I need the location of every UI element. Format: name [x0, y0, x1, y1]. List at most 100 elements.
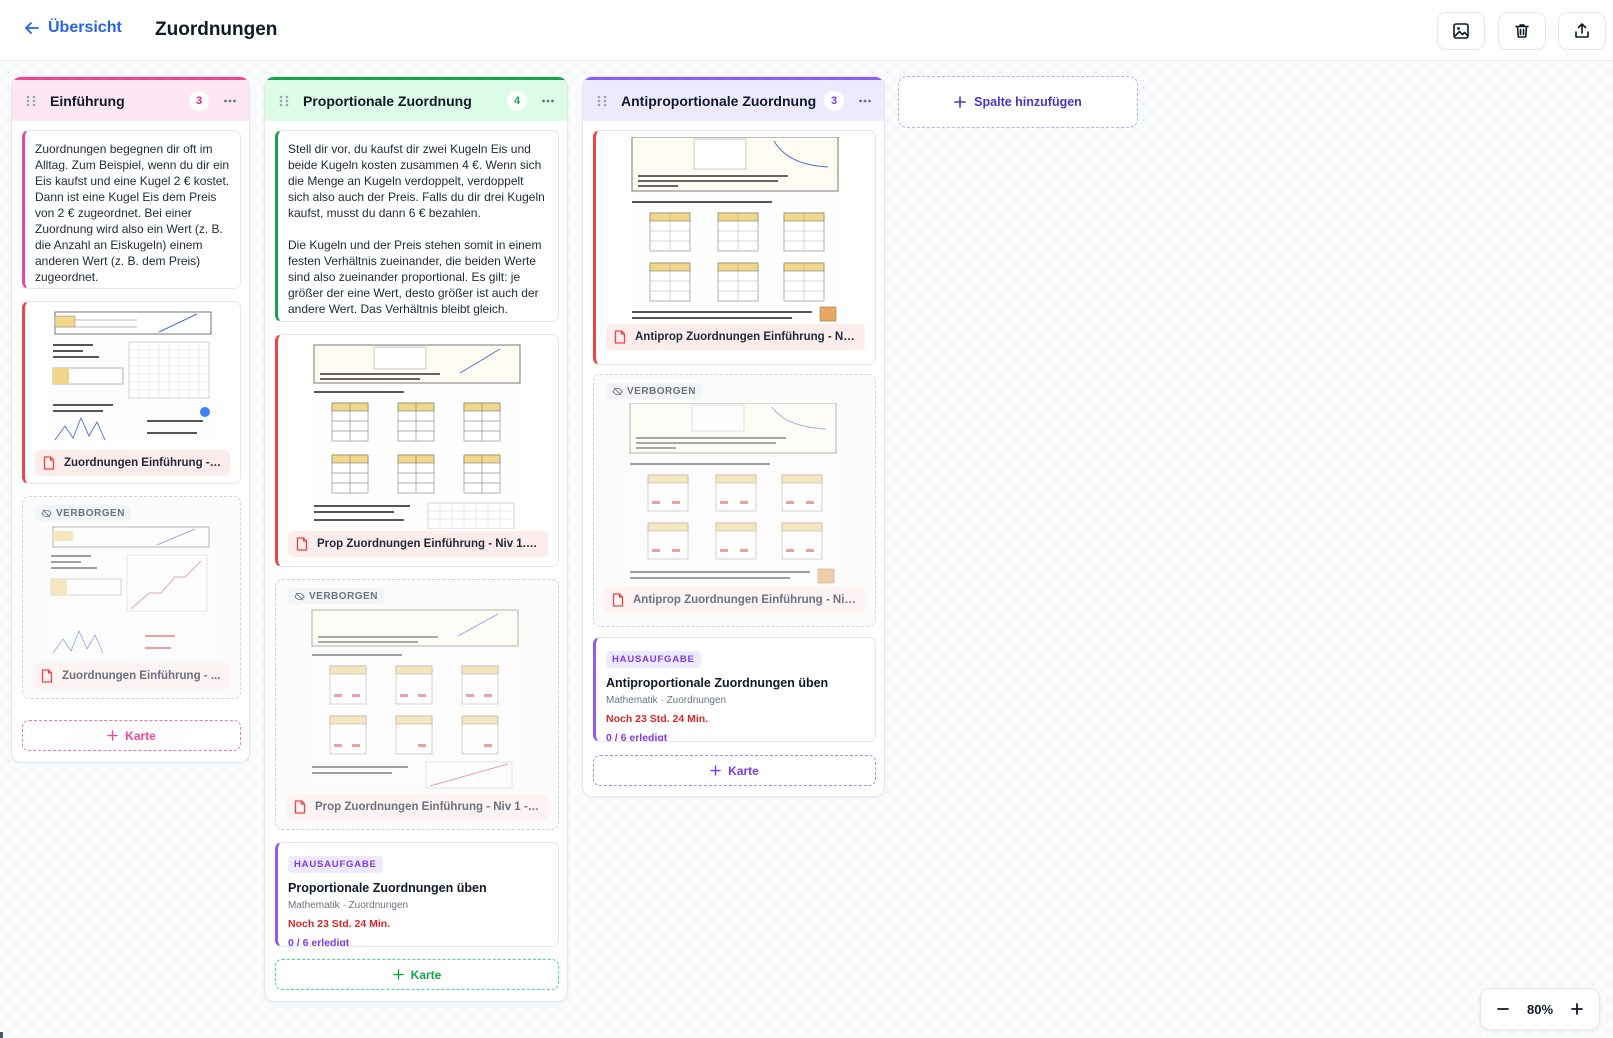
- more-horizontal-icon: [859, 99, 871, 102]
- column-title: Proportionale Zuordnung: [303, 92, 472, 109]
- file-name: Antiprop Zuordnungen Einführung - Niv...: [633, 594, 857, 606]
- file-attachment[interactable]: Antiprop Zuordnungen Einführung - Niv...: [606, 324, 865, 350]
- add-card-button[interactable]: Karte: [593, 755, 876, 786]
- homework-card[interactable]: HAUSAUFGABE Antiproportionale Zuordnunge…: [593, 637, 876, 742]
- image-icon: [1453, 23, 1469, 39]
- pdf-file-icon: [612, 593, 624, 607]
- pdf-thumbnail: [47, 308, 219, 444]
- file-name: Zuordnungen Einführung - ...: [62, 670, 221, 682]
- file-attachment[interactable]: Zuordnungen Einführung - ...: [33, 663, 230, 689]
- file-card[interactable]: Prop Zuordnungen Einführung - Niv 1.pdf: [275, 334, 559, 567]
- card-text: Stell dir vor, du kaufst dir zwei Kugeln…: [288, 142, 545, 316]
- more-horizontal-icon: [224, 99, 236, 102]
- hidden-badge-label: VERBORGEN: [309, 590, 378, 602]
- homework-tag: HAUSAUFGABE: [606, 651, 701, 668]
- homework-title: Antiproportionale Zuordnungen üben: [606, 676, 829, 690]
- file-attachment[interactable]: Prop Zuordnungen Einführung - Niv 1 - ..…: [286, 794, 548, 820]
- column-menu-button[interactable]: [856, 92, 874, 110]
- file-name: Prop Zuordnungen Einführung - Niv 1 - ..…: [315, 801, 540, 813]
- add-column-button[interactable]: Spalte hinzufügen: [898, 76, 1138, 128]
- column-header: Einführung 3: [12, 77, 249, 121]
- column-antiproportionale-zuordnung: Antiproportionale Zuordnung 3 Antiprop Z…: [582, 76, 885, 797]
- hidden-badge: VERBORGEN: [35, 505, 131, 521]
- page-title: Zuordnungen: [155, 19, 278, 40]
- pdf-thumbnail: [45, 523, 217, 657]
- minus-icon: [1497, 1008, 1509, 1010]
- back-label: Übersicht: [48, 19, 122, 36]
- file-name: Zuordnungen Einführung - ...: [64, 457, 222, 469]
- column-menu-button[interactable]: [221, 92, 239, 110]
- pdf-thumbnail: [626, 403, 842, 589]
- file-card[interactable]: Antiprop Zuordnungen Einführung - Niv...: [593, 130, 876, 365]
- text-card[interactable]: Zuordnungen begegnen dir oft im Alltag. …: [22, 130, 241, 289]
- homework-tag: HAUSAUFGABE: [288, 856, 383, 873]
- column-header: Proportionale Zuordnung 4: [265, 77, 567, 121]
- add-card-button[interactable]: Karte: [275, 959, 559, 990]
- add-card-label: Karte: [410, 967, 442, 982]
- file-attachment[interactable]: Zuordnungen Einführung - ...: [35, 450, 230, 476]
- hidden-file-card[interactable]: VERBORGEN Zuordnungen Einführung - ...: [22, 496, 241, 699]
- share-button[interactable]: [1558, 12, 1606, 50]
- edge-marker: [0, 1032, 3, 1038]
- homework-meta: Mathematik · Zuordnungen: [288, 900, 409, 911]
- homework-due: Noch 23 Std. 24 Min.: [288, 918, 391, 930]
- drag-handle-icon[interactable]: [277, 94, 291, 108]
- plus-icon: [392, 969, 404, 980]
- file-name: Antiprop Zuordnungen Einführung - Niv...: [635, 331, 857, 343]
- homework-due: Noch 23 Std. 24 Min.: [606, 713, 709, 725]
- back-to-overview-link[interactable]: Übersicht: [24, 19, 122, 37]
- column-title: Antiproportionale Zuordnung: [621, 92, 817, 109]
- homework-progress: 0 / 6 erledigt: [606, 732, 668, 742]
- zoom-out-button[interactable]: [1493, 999, 1513, 1019]
- hidden-badge-label: VERBORGEN: [627, 385, 696, 397]
- column-title: Einführung: [50, 92, 125, 109]
- file-attachment[interactable]: Antiprop Zuordnungen Einführung - Niv...: [604, 587, 865, 613]
- file-name: Prop Zuordnungen Einführung - Niv 1.pdf: [317, 538, 540, 550]
- hidden-badge: VERBORGEN: [288, 588, 384, 604]
- homework-card[interactable]: HAUSAUFGABE Proportionale Zuordnungen üb…: [275, 842, 559, 947]
- drag-handle-icon[interactable]: [24, 94, 38, 108]
- zoom-control: 80%: [1480, 988, 1600, 1030]
- more-horizontal-icon: [542, 99, 554, 102]
- card-count-badge: 3: [824, 90, 844, 111]
- card-text: Zuordnungen begegnen dir oft im Alltag. …: [35, 142, 230, 284]
- zoom-level: 80%: [1526, 1001, 1554, 1017]
- eye-off-icon: [294, 592, 305, 600]
- card-count-badge: 4: [507, 90, 527, 111]
- add-card-button[interactable]: Karte: [22, 720, 241, 751]
- top-bar: Übersicht Zuordnungen: [0, 0, 1613, 61]
- file-card[interactable]: Zuordnungen Einführung - ...: [22, 301, 241, 484]
- pdf-file-icon: [614, 330, 626, 344]
- pdf-thumbnail: [310, 343, 526, 529]
- homework-title: Proportionale Zuordnungen üben: [288, 881, 487, 895]
- card-count-badge: 3: [189, 90, 209, 111]
- add-card-label: Karte: [728, 763, 759, 778]
- zoom-in-button[interactable]: [1567, 999, 1587, 1019]
- column-header: Antiproportionale Zuordnung 3: [583, 77, 884, 121]
- add-card-label: Karte: [125, 728, 156, 743]
- column-proportionale-zuordnung: Proportionale Zuordnung 4 Stell dir vor,…: [264, 76, 568, 1002]
- plus-icon: [107, 730, 118, 741]
- text-card[interactable]: Stell dir vor, du kaufst dir zwei Kugeln…: [275, 130, 559, 322]
- pdf-file-icon: [294, 800, 306, 814]
- add-image-button[interactable]: [1437, 12, 1485, 50]
- column-menu-button[interactable]: [539, 92, 557, 110]
- plus-icon: [1571, 1003, 1583, 1015]
- delete-board-button[interactable]: [1498, 12, 1546, 50]
- pdf-file-icon: [43, 456, 55, 470]
- pdf-thumbnail: [308, 608, 524, 790]
- eye-off-icon: [612, 387, 623, 395]
- hidden-file-card[interactable]: VERBORGEN: [275, 579, 559, 830]
- pdf-file-icon: [41, 669, 53, 683]
- pdf-file-icon: [296, 537, 308, 551]
- homework-progress: 0 / 6 erledigt: [288, 937, 350, 947]
- eye-off-icon: [41, 509, 52, 517]
- drag-handle-icon[interactable]: [595, 94, 609, 108]
- add-column-label: Spalte hinzufügen: [974, 95, 1082, 109]
- pdf-thumbnail: [628, 137, 844, 327]
- hidden-badge: VERBORGEN: [606, 383, 702, 399]
- plus-icon: [954, 96, 966, 108]
- file-attachment[interactable]: Prop Zuordnungen Einführung - Niv 1.pdf: [288, 531, 548, 557]
- hidden-file-card[interactable]: VERBORGEN: [593, 374, 876, 627]
- arrow-left-icon: [25, 22, 39, 34]
